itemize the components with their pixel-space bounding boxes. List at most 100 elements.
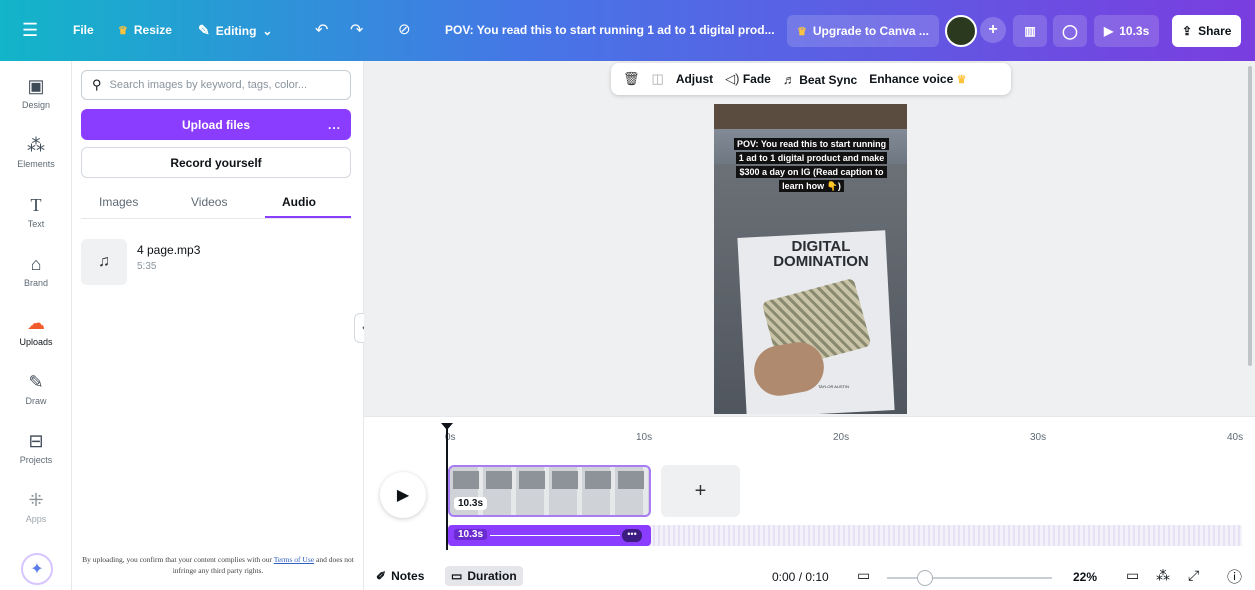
fade-button[interactable]: ◁) Fade <box>725 71 771 87</box>
rail-text[interactable]: T Text <box>0 194 72 229</box>
tab-videos[interactable]: Videos <box>191 195 227 209</box>
timeline-play-button[interactable]: ▶ <box>380 472 426 518</box>
present-duration: 10.3s <box>1119 24 1150 38</box>
playback-time: 0:00 / 0:10 <box>772 570 829 584</box>
trash-icon[interactable]: 🗑 <box>623 71 640 87</box>
media-tabs: Images Videos Audio <box>81 189 351 219</box>
search-input[interactable] <box>109 79 330 91</box>
active-tab-indicator <box>265 216 351 218</box>
avatar[interactable] <box>945 15 977 47</box>
top-bar: ☰ File ♛ Resize ✎ Editing ⌄ ↶ ↷ ⊘ POV: Y… <box>0 0 1255 61</box>
duration-icon: ▭ <box>451 569 463 583</box>
design-page[interactable]: DIGITAL DOMINATION TAYLOR AUSTIN POV: Yo… <box>714 104 907 414</box>
share-label: Share <box>1198 24 1232 38</box>
zoom-level[interactable]: 22% <box>1073 570 1097 584</box>
page-view-icon[interactable]: ▭ <box>1126 567 1139 584</box>
speaker-icon: ◁) <box>725 71 740 86</box>
cloud-saved-icon[interactable]: ⊘ <box>398 20 411 38</box>
upload-files-button[interactable]: Upload files ... <box>81 109 351 140</box>
invite-button[interactable]: + <box>980 17 1006 43</box>
playhead-handle[interactable] <box>441 423 453 430</box>
zoom-fit-icon[interactable]: ▭ <box>857 567 870 584</box>
rail-elements[interactable]: ⁂ Elements <box>0 134 72 169</box>
caption-text[interactable]: POV: You read this to start running 1 ad… <box>734 136 890 192</box>
resize-button[interactable]: ♛ Resize <box>118 23 172 37</box>
zoom-slider[interactable] <box>887 577 1052 579</box>
clip-thumbnail <box>519 471 545 489</box>
tab-images[interactable]: Images <box>99 195 138 209</box>
upgrade-label: Upgrade to Canva ... <box>812 24 929 38</box>
list-item[interactable]: ♫ 4 page.mp3 5:35 <box>81 237 351 287</box>
timeline-ruler[interactable]: 0s 10s 20s 30s 40s <box>445 432 1245 446</box>
uploads-icon: ☁ <box>27 313 45 333</box>
clip-duration: 10.3s <box>454 497 488 510</box>
clip-thumbnail <box>453 471 479 489</box>
duration-button[interactable]: ▭ Duration <box>445 566 523 586</box>
adjust-button[interactable]: Adjust <box>676 72 713 86</box>
video-clip[interactable]: 10.3s <box>448 465 651 517</box>
clip-thumbnail <box>486 471 512 489</box>
rail-uploads[interactable]: ☁ Uploads <box>0 312 72 347</box>
clip-thumbnail <box>618 471 644 489</box>
insights-icon[interactable]: ▥ <box>1013 15 1047 47</box>
hamburger-icon[interactable]: ☰ <box>22 20 38 41</box>
rail-apps[interactable]: ⁜ Apps <box>0 489 72 524</box>
crown-icon: ♛ <box>797 25 807 38</box>
design-title[interactable]: POV: You read this to start running 1 ad… <box>445 23 775 37</box>
playhead[interactable] <box>446 424 448 550</box>
fullscreen-icon[interactable]: ⤢ <box>1188 567 1199 584</box>
rail-projects[interactable]: ⊟ Projects <box>0 430 72 465</box>
crown-icon: ♛ <box>118 24 128 37</box>
editing-dropdown[interactable]: ✎ Editing ⌄ <box>198 22 272 39</box>
clip-thumbnail <box>585 471 611 489</box>
pencil-icon: ✎ <box>198 22 210 38</box>
notes-button[interactable]: ✐ Notes <box>376 569 424 583</box>
brand-icon: ⌂ <box>30 254 42 274</box>
design-icon: ▣ <box>27 76 45 96</box>
editing-label: Editing <box>215 23 257 38</box>
music-note-icon: ♫ <box>81 239 127 285</box>
share-button[interactable]: ⇪ Share <box>1172 15 1242 47</box>
tab-audio[interactable]: Audio <box>282 195 316 209</box>
split-icon[interactable]: ◫ <box>652 71 664 87</box>
upgrade-button[interactable]: ♛ Upgrade to Canva ... <box>787 15 939 47</box>
audio-file-duration: 5:35 <box>137 261 157 272</box>
draw-icon: ✎ <box>28 372 44 392</box>
magic-sparkle-icon[interactable]: ✦ <box>21 553 53 585</box>
file-menu[interactable]: File <box>73 23 94 37</box>
canvas-scrollbar[interactable] <box>1248 66 1252 366</box>
help-icon[interactable]: ⓘ <box>1227 566 1242 587</box>
beat-sync-button[interactable]: ♬ Beat Sync <box>783 72 857 87</box>
share-icon: ⇪ <box>1182 24 1193 38</box>
terms-link[interactable]: Terms of Use <box>274 555 314 564</box>
tick-label: 20s <box>833 432 850 443</box>
record-yourself-button[interactable]: Record yourself <box>81 147 351 178</box>
present-button[interactable]: ▶ 10.3s <box>1094 15 1160 47</box>
beat-sync-icon: ♬ <box>782 71 796 87</box>
clip-thumbnail <box>552 471 578 489</box>
rail-design[interactable]: ▣ Design <box>0 75 72 110</box>
grid-view-icon[interactable]: ⁂ <box>1156 567 1170 584</box>
tick-label: 10s <box>636 432 653 443</box>
tick-label: 30s <box>1030 432 1047 443</box>
redo-icon[interactable]: ↷ <box>350 20 363 40</box>
chevron-down-icon: ⌄ <box>262 23 273 38</box>
rail-brand[interactable]: ⌂ Brand <box>0 253 72 288</box>
add-page-button[interactable]: + <box>661 465 740 517</box>
rail-draw[interactable]: ✎ Draw <box>0 371 72 406</box>
uploads-panel: ⚲ Upload files ... Record yourself Image… <box>72 61 364 590</box>
zoom-slider-handle[interactable] <box>917 570 933 586</box>
tick-label: 40s <box>1227 432 1244 443</box>
enhance-voice-button[interactable]: Enhance voice ♛ <box>869 72 966 86</box>
search-box[interactable]: ⚲ <box>81 70 351 100</box>
comment-icon[interactable]: ◯ <box>1053 15 1087 47</box>
elements-icon: ⁂ <box>27 135 45 155</box>
text-icon: T <box>30 195 42 215</box>
notes-label: Notes <box>391 569 425 583</box>
play-icon: ▶ <box>396 487 410 504</box>
context-toolbar: 🗑 ◫ Adjust ◁) Fade ♬ Beat Sync Enhance v… <box>611 63 1011 95</box>
undo-icon[interactable]: ↶ <box>315 20 328 40</box>
photo-houses <box>714 104 907 129</box>
audio-more-button[interactable]: ••• <box>622 529 642 542</box>
upload-more-button[interactable]: ... <box>328 118 341 132</box>
